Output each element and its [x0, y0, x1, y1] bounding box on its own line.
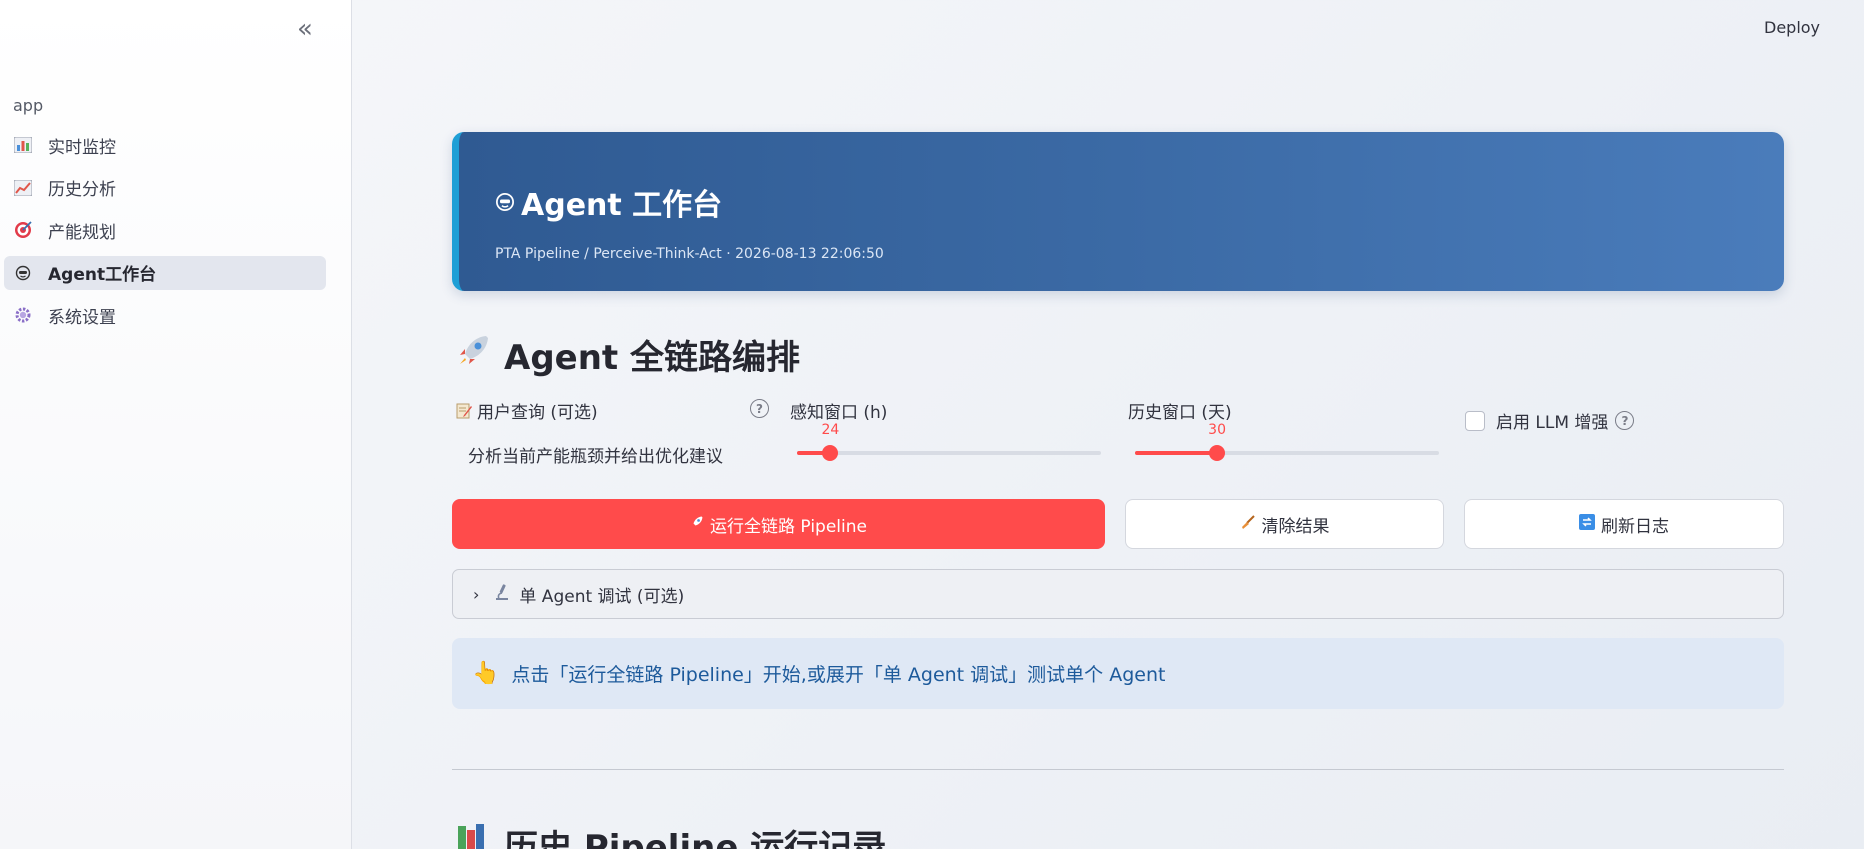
sidebar-item-label: 实时监控	[48, 137, 116, 158]
books-icon	[456, 822, 492, 849]
double-chevron-left-icon: «	[297, 14, 313, 44]
page-title-text: Agent 工作台	[521, 188, 723, 223]
sidebar-item-capacity-planning[interactable]: 产能规划	[4, 213, 326, 247]
single-agent-debug-expander[interactable]: › 单 Agent 调试 (可选)	[452, 569, 1784, 619]
rocket-icon	[456, 332, 492, 377]
divider	[452, 769, 1784, 770]
sidebar-item-history-analysis[interactable]: 历史分析	[4, 171, 326, 205]
target-icon	[13, 221, 33, 239]
slider-value: 24	[821, 422, 840, 438]
help-icon[interactable]: ?	[750, 399, 769, 418]
query-input[interactable]: 分析当前产能瓶颈并给出优化建议	[456, 434, 746, 474]
sidebar-item-realtime-monitor[interactable]: 实时监控	[4, 128, 326, 162]
sidebar-item-label: Agent工作台	[48, 265, 157, 285]
help-icon[interactable]: ?	[1615, 411, 1635, 430]
sidebar-item-label: 历史分析	[48, 180, 116, 200]
perceive-window-label: 感知窗口 (h)	[790, 403, 888, 423]
slider-thumb[interactable]	[1209, 445, 1226, 461]
history-window-slider[interactable]: 30	[1135, 422, 1439, 473]
llm-enhance-option[interactable]: 启用 LLM 增强 ?	[1465, 408, 1635, 433]
section-title: Agent 全链路编排	[456, 330, 800, 379]
info-alert: 👆 点击「运行全链路 Pipeline」开始,或展开「单 Agent 调试」测试…	[452, 638, 1784, 709]
clear-results-button[interactable]: 清除结果	[1125, 499, 1444, 549]
perceive-window-slider[interactable]: 24	[797, 422, 1101, 473]
deploy-button[interactable]: Deploy	[1764, 18, 1820, 37]
section-title-text: Agent 全链路编排	[504, 338, 801, 378]
slider-thumb[interactable]	[822, 445, 839, 461]
refresh-icon	[1579, 514, 1595, 534]
sidebar: « app 实时监控 历史分析 产能规划 Agent工作台 系统设置	[0, 0, 352, 849]
history-section-title: 历史 Pipeline 运行记录	[456, 820, 886, 849]
memo-icon	[456, 403, 472, 419]
page-title: Agent 工作台	[495, 180, 722, 224]
slider-fill	[1135, 451, 1218, 455]
slider-value: 30	[1208, 422, 1226, 438]
sidebar-nav: 实时监控 历史分析 产能规划 Agent工作台 系统设置	[4, 128, 326, 341]
app-label: app	[13, 96, 44, 115]
gear-icon	[13, 306, 33, 324]
run-pipeline-button[interactable]: 运行全链路 Pipeline	[452, 499, 1105, 549]
query-label: 用户查询 (可选)	[456, 398, 598, 423]
robot-icon	[495, 192, 515, 212]
rocket-icon	[690, 515, 704, 533]
line-chart-icon	[13, 179, 33, 197]
collapse-sidebar-button[interactable]: «	[290, 14, 320, 44]
page-subtitle: PTA Pipeline / Perceive-Think-Act · 2026…	[495, 246, 884, 262]
slider-track	[797, 451, 1101, 455]
llm-enhance-checkbox[interactable]	[1465, 410, 1485, 431]
bar-chart-icon	[13, 136, 33, 154]
hero-banner: Agent 工作台 PTA Pipeline / Perceive-Think-…	[452, 132, 1784, 291]
robot-icon	[13, 264, 33, 282]
sidebar-item-agent-workbench[interactable]: Agent工作台	[4, 255, 326, 290]
pointing-hand-icon: 👆	[472, 661, 500, 686]
sidebar-item-system-settings[interactable]: 系统设置	[4, 298, 326, 332]
microscope-icon	[493, 583, 511, 606]
refresh-log-button[interactable]: 刷新日志	[1464, 499, 1784, 549]
chevron-right-icon: ›	[473, 584, 480, 604]
sidebar-item-label: 系统设置	[48, 307, 116, 328]
broom-icon	[1240, 514, 1256, 534]
llm-enhance-label: 启用 LLM 增强	[1496, 413, 1609, 433]
sidebar-item-label: 产能规划	[48, 222, 116, 243]
history-window-label: 历史窗口 (天)	[1128, 403, 1232, 423]
